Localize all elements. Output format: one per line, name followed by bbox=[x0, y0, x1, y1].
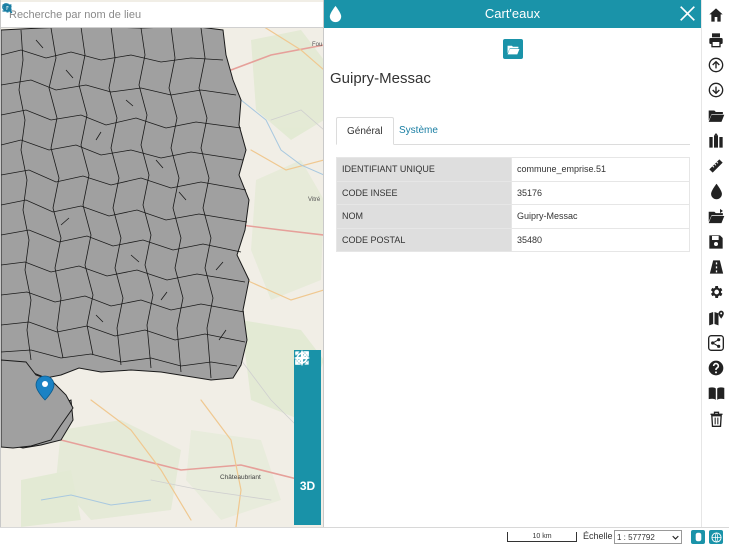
globe-icon bbox=[710, 531, 722, 543]
zoom-in-button[interactable] bbox=[296, 352, 320, 400]
table-row: NOM Guipry-Messac bbox=[336, 204, 690, 229]
basemap: Fou Vitré Châteaubriant bbox=[1, 0, 323, 527]
right-toolbar bbox=[701, 0, 729, 527]
attr-value: 35176 bbox=[511, 180, 690, 205]
table-row: IDENTIFIANT UNIQUE commune_emprise.51 bbox=[336, 157, 690, 182]
save-icon[interactable] bbox=[705, 231, 727, 253]
drop-icon[interactable] bbox=[705, 180, 727, 202]
gear-icon[interactable] bbox=[3, 3, 278, 25]
print-icon[interactable] bbox=[705, 29, 727, 51]
map-layers-icon[interactable] bbox=[705, 130, 727, 152]
expand-icon[interactable] bbox=[295, 351, 320, 473]
info-panel: Cart'eaux Guipry-Messac Général Système … bbox=[323, 0, 701, 527]
extent-icon[interactable] bbox=[295, 351, 320, 448]
map-pin-icon[interactable] bbox=[705, 307, 727, 329]
cylinder-icon bbox=[695, 532, 701, 542]
folder-export-icon[interactable] bbox=[705, 205, 727, 227]
storage-button[interactable] bbox=[691, 530, 705, 544]
home-icon[interactable] bbox=[705, 4, 727, 26]
ruler-icon[interactable] bbox=[705, 155, 727, 177]
gear-icon[interactable] bbox=[705, 281, 727, 303]
place-label-fou: Fou bbox=[312, 42, 322, 48]
mode-3d-button[interactable]: 3D bbox=[296, 475, 320, 497]
road-icon[interactable] bbox=[705, 256, 727, 278]
attr-key: CODE INSEE bbox=[336, 180, 512, 205]
status-bar: 10 km Échelle : 1 : 577792 bbox=[0, 527, 729, 546]
more-options-button[interactable] bbox=[295, 351, 320, 522]
scale-label: Échelle : bbox=[583, 531, 618, 541]
place-label-chateaubriant: Châteaubriant bbox=[220, 474, 261, 481]
attr-key: IDENTIFIANT UNIQUE bbox=[336, 157, 512, 182]
open-file-button[interactable] bbox=[503, 39, 523, 59]
menu-icon[interactable] bbox=[2, 4, 320, 25]
attr-value: commune_emprise.51 bbox=[511, 157, 690, 182]
globe-button[interactable] bbox=[709, 530, 723, 544]
scale-select[interactable]: 1 : 577792 bbox=[614, 530, 682, 544]
place-label-vitre: Vitré bbox=[308, 197, 321, 203]
panel-header: Cart'eaux bbox=[324, 0, 701, 28]
trash-icon[interactable] bbox=[705, 408, 727, 430]
upload-icon[interactable] bbox=[705, 54, 727, 76]
app-window: Fou Vitré Châteaubriant Recherche par no… bbox=[0, 0, 729, 546]
attr-key: CODE POSTAL bbox=[336, 227, 512, 252]
search-bar bbox=[1, 2, 323, 28]
attr-value: Guipry-Messac bbox=[511, 204, 690, 229]
book-icon[interactable] bbox=[705, 382, 727, 404]
help-icon[interactable] bbox=[705, 357, 727, 379]
panel-title: Cart'eaux bbox=[484, 6, 541, 21]
attr-value: 35480 bbox=[511, 227, 690, 252]
search-icon[interactable] bbox=[2, 3, 299, 25]
folder-open-icon bbox=[507, 45, 519, 54]
map-view[interactable]: Fou Vitré Châteaubriant Recherche par no… bbox=[0, 0, 323, 527]
table-row: CODE POSTAL 35480 bbox=[336, 227, 690, 252]
scale-value: 1 : 577792 bbox=[617, 532, 655, 542]
folder-open-icon[interactable] bbox=[705, 104, 727, 126]
close-icon[interactable] bbox=[679, 5, 696, 27]
table-row: CODE INSEE 35176 bbox=[336, 180, 690, 205]
tab-system[interactable]: Système bbox=[389, 117, 448, 145]
tab-bar: Général Système bbox=[336, 117, 690, 145]
attributes-table: IDENTIFIANT UNIQUE commune_emprise.51 CO… bbox=[336, 157, 690, 252]
search-input[interactable] bbox=[9, 3, 260, 26]
share-icon[interactable] bbox=[705, 332, 727, 354]
scale-bar: 10 km bbox=[507, 532, 577, 542]
tab-general[interactable]: Général bbox=[336, 117, 394, 145]
chevron-down-icon bbox=[672, 533, 679, 542]
scale-bar-label: 10 km bbox=[532, 533, 552, 540]
attr-key: NOM bbox=[336, 204, 512, 229]
zoom-out-button[interactable] bbox=[296, 356, 320, 424]
feature-title: Guipry-Messac bbox=[330, 70, 431, 87]
download-icon[interactable] bbox=[705, 79, 727, 101]
map-controls: 3D bbox=[294, 350, 321, 525]
